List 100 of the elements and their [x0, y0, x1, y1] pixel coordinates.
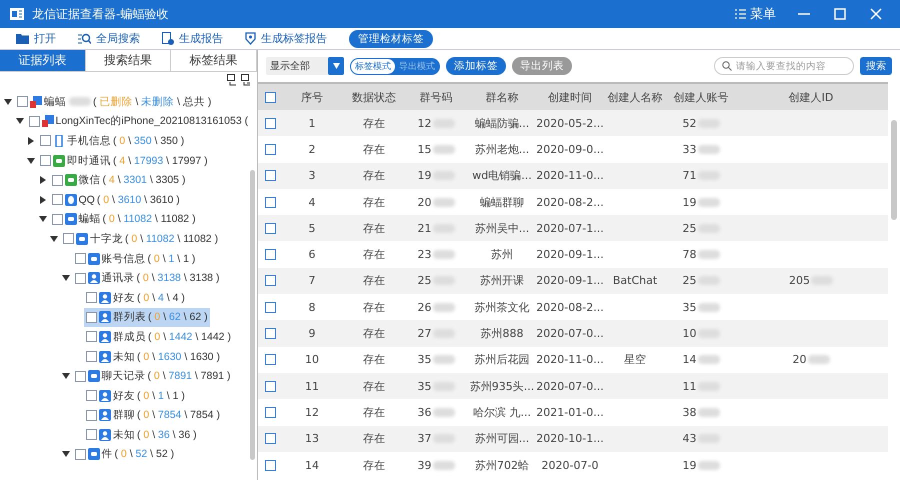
- checkbox[interactable]: [52, 214, 62, 225]
- checkbox[interactable]: [86, 390, 97, 402]
- checkbox[interactable]: [264, 275, 276, 286]
- tree-item[interactable]: 即时通讯 ( 4 \ 17993 \ 17997 ): [38, 150, 210, 170]
- checkbox[interactable]: [264, 170, 276, 182]
- tab[interactable]: 证据列表: [0, 50, 86, 71]
- column-header[interactable]: 创建人ID: [734, 90, 888, 104]
- checkbox[interactable]: [86, 410, 97, 421]
- search-field[interactable]: 请输入要查找的内容: [714, 57, 854, 75]
- document-icon: [162, 32, 174, 45]
- tree-item[interactable]: 账号信息 ( 0 \ 1 \ 1 ): [72, 248, 198, 268]
- expand-caret-icon[interactable]: [62, 274, 70, 282]
- tree-item[interactable]: LongXinTec的iPhone_20210813161053 (: [26, 112, 250, 132]
- expand-caret-icon[interactable]: [16, 117, 24, 126]
- checkbox[interactable]: [74, 448, 86, 460]
- toolbar-button[interactable]: 生成标签报告: [245, 31, 327, 46]
- checkbox[interactable]: [52, 174, 62, 186]
- column-header[interactable]: 序号: [282, 90, 342, 104]
- tree-item[interactable]: 通讯录 ( 0 \ 3138 \ 3138 ): [72, 268, 222, 288]
- column-header[interactable]: 创建人名称: [602, 90, 668, 104]
- checkbox[interactable]: [17, 96, 28, 108]
- count-summary: ( 0 \ 7891 \ 7891 ): [148, 370, 230, 382]
- dropdown-arrow-button[interactable]: [328, 57, 344, 75]
- tree-item[interactable]: 蝙蝠 ( 0 \ 11082 \ 11082 ): [50, 210, 198, 230]
- tree-item[interactable]: 手机信息 ( 0 \ 350 \ 350 ): [38, 131, 186, 151]
- checkbox[interactable]: [74, 253, 86, 264]
- checkbox[interactable]: [86, 331, 97, 342]
- checkbox[interactable]: [63, 233, 74, 244]
- expand-caret-icon[interactable]: [4, 98, 12, 106]
- checkbox[interactable]: [264, 92, 276, 102]
- tree-item[interactable]: QQ ( 0 \ 3610 \ 3610 ): [50, 190, 182, 210]
- checkbox[interactable]: [264, 302, 276, 313]
- expand-caret-icon[interactable]: [50, 234, 58, 243]
- tree-item[interactable]: 群成员 ( 0 \ 1442 \ 1442 ): [84, 327, 233, 347]
- column-header[interactable]: 群号码: [406, 90, 466, 104]
- checkbox[interactable]: [40, 155, 51, 166]
- tree-item[interactable]: 十字龙 ( 0 \ 11082 \ 11082 ): [61, 229, 220, 249]
- checkbox[interactable]: [86, 292, 97, 304]
- column-header[interactable]: 创建时间: [538, 90, 602, 104]
- scrollbar[interactable]: [891, 120, 897, 220]
- table-cell: 2020-08-2...: [536, 196, 604, 209]
- expand-caret-icon[interactable]: [38, 176, 46, 184]
- checkbox[interactable]: [264, 354, 276, 366]
- search-button[interactable]: 搜索: [860, 57, 892, 75]
- tree-item[interactable]: 聊天记录 ( 0 \ 7891 \ 7891 ): [72, 366, 232, 386]
- count-summary: ( 0 \ 350 \ 350 ): [113, 134, 184, 147]
- table-cell: 苏州茶文化: [474, 300, 530, 315]
- checkbox[interactable]: [28, 116, 40, 127]
- table-cell: 35: [682, 300, 696, 314]
- checkbox[interactable]: [264, 433, 276, 444]
- collapse-all-icon[interactable]: [227, 74, 237, 86]
- toolbar-button[interactable]: 生成报告: [162, 31, 223, 46]
- tree-item[interactable]: 好友 ( 0 \ 4 \ 4 ): [84, 288, 187, 308]
- checkbox[interactable]: [264, 118, 276, 129]
- checkbox[interactable]: [264, 406, 276, 418]
- checkbox[interactable]: [74, 370, 86, 382]
- column-header[interactable]: 数据状态: [342, 90, 406, 104]
- count-summary: ( 0 \ 11082 \ 11082 ): [102, 213, 196, 226]
- expand-all-icon[interactable]: [241, 74, 251, 86]
- table-cell: 10: [305, 353, 319, 366]
- column-header[interactable]: 创建人账号: [668, 90, 734, 104]
- tree-item[interactable]: 好友 ( 0 \ 1 \ 1 ): [84, 386, 187, 406]
- checkbox[interactable]: [40, 135, 51, 146]
- expand-caret-icon[interactable]: [38, 215, 46, 224]
- tree-item[interactable]: 群列表 ( 0 \ 62 \ 62 ): [84, 308, 210, 328]
- tree-item[interactable]: 微信 ( 4 \ 3301 \ 3305 ): [50, 170, 188, 190]
- add-tag-button[interactable]: 添加标签: [446, 57, 506, 75]
- expand-caret-icon[interactable]: [27, 136, 35, 145]
- tree-item[interactable]: 群聊 ( 0 \ 7854 \ 7854 ): [84, 406, 222, 426]
- tree-item[interactable]: 蝙蝠 ( 已删除 \ 未删除 \ 总共 ): [15, 92, 214, 112]
- checkbox[interactable]: [264, 249, 276, 260]
- tree-item[interactable]: 件 ( 0 \ 52 \ 52 ): [72, 444, 176, 464]
- checkbox[interactable]: [264, 380, 276, 392]
- mode-option[interactable]: 标签模式: [351, 58, 395, 74]
- scrollbar[interactable]: [250, 170, 255, 460]
- expand-caret-icon[interactable]: [62, 450, 70, 458]
- expand-caret-icon[interactable]: [38, 196, 46, 204]
- column-header[interactable]: 群名称: [466, 90, 538, 104]
- checkbox[interactable]: [264, 144, 276, 155]
- checkbox[interactable]: [264, 222, 276, 234]
- tree-item[interactable]: 未知 ( 0 \ 1630 \ 1630 ): [84, 346, 222, 366]
- checkbox[interactable]: [86, 312, 97, 323]
- toolbar-button[interactable]: 管理检材标签: [349, 30, 433, 48]
- expand-caret-icon[interactable]: [27, 156, 35, 165]
- table-cell: 78: [682, 248, 696, 262]
- toolbar-button[interactable]: 打开: [16, 31, 56, 46]
- tree-item[interactable]: 未知 ( 0 \ 36 \ 36 ): [84, 425, 199, 445]
- table-cell: 存在: [363, 273, 385, 288]
- toolbar-button[interactable]: 全局搜索: [78, 31, 140, 46]
- checkbox[interactable]: [86, 429, 97, 440]
- checkbox[interactable]: [74, 272, 86, 284]
- checkbox[interactable]: [264, 460, 276, 470]
- expand-caret-icon[interactable]: [62, 372, 70, 380]
- checkbox[interactable]: [264, 196, 276, 208]
- checkbox[interactable]: [52, 194, 62, 206]
- person-icon: [99, 428, 111, 441]
- checkbox[interactable]: [264, 328, 276, 340]
- checkbox[interactable]: [86, 351, 97, 362]
- dropdown[interactable]: 显示全部: [266, 57, 344, 75]
- menu-button[interactable]: 菜单: [729, 5, 782, 23]
